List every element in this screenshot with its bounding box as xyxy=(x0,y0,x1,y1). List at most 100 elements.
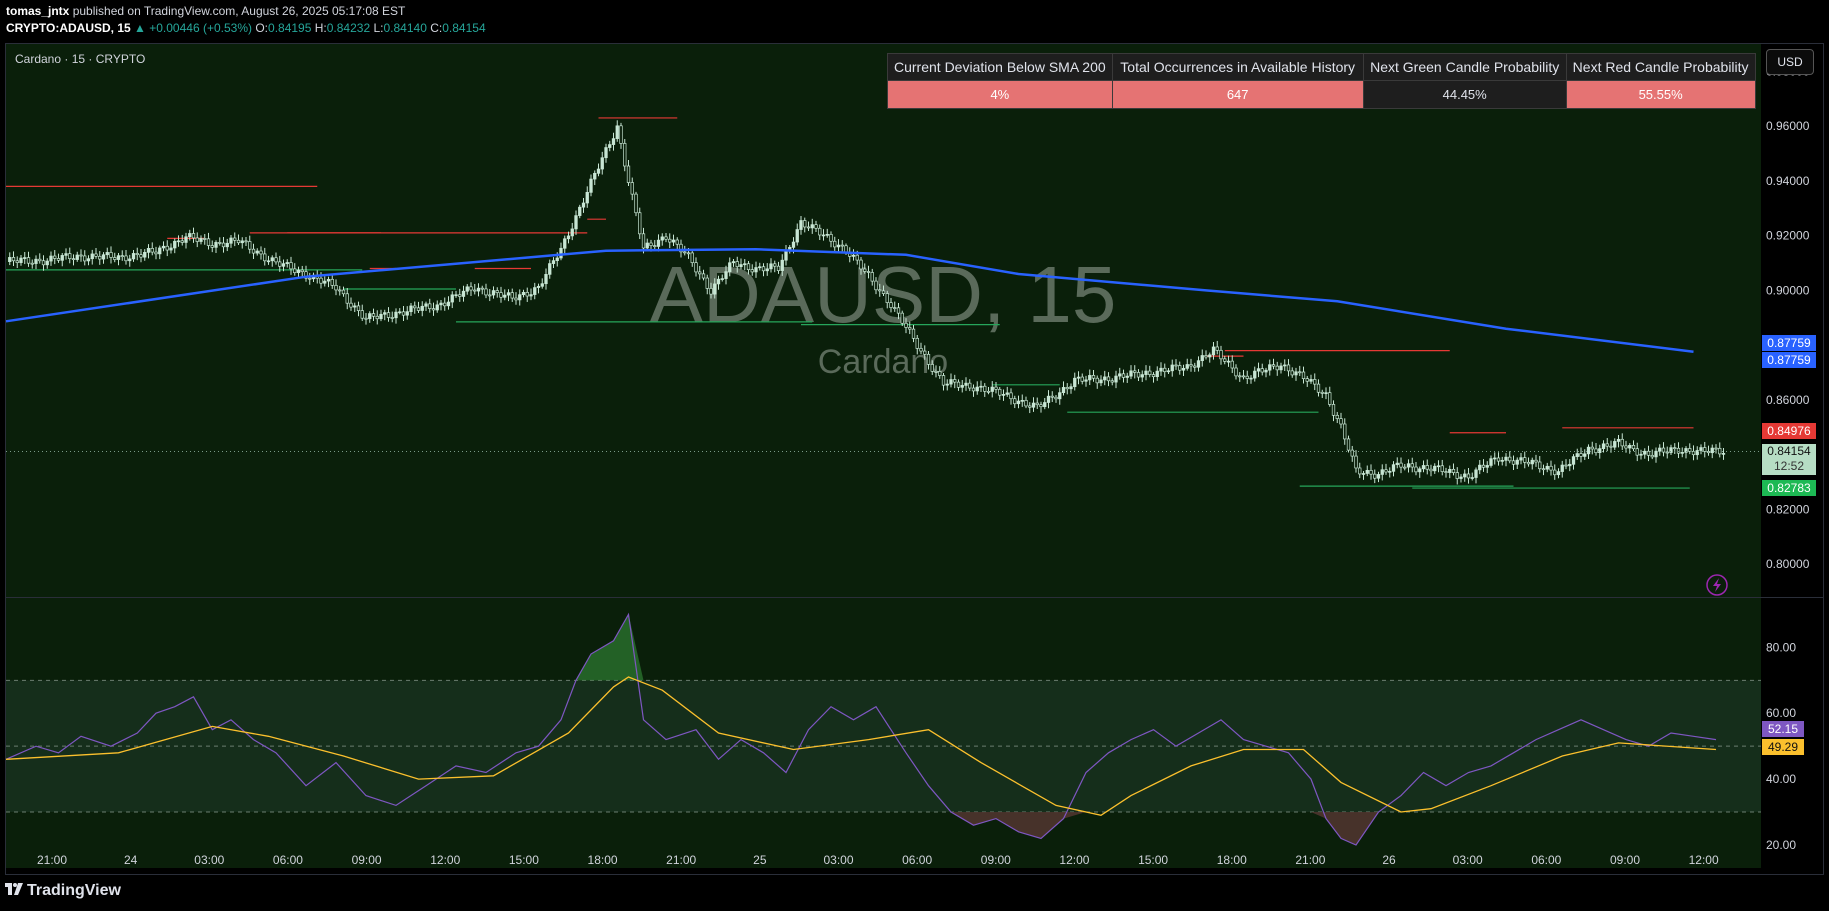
candle-body xyxy=(514,297,518,301)
candle-body xyxy=(994,386,998,390)
candle-body xyxy=(1279,365,1283,371)
candle-body xyxy=(619,125,623,144)
candle-body xyxy=(1526,461,1531,465)
candle-body xyxy=(266,260,271,263)
candle-body xyxy=(1560,464,1564,472)
candle-body xyxy=(1298,371,1302,374)
candle-body xyxy=(799,220,803,230)
candle-body xyxy=(555,257,559,261)
candle-body xyxy=(923,350,927,355)
candle-body xyxy=(405,311,409,316)
candle-body xyxy=(401,311,406,316)
candle-body xyxy=(810,224,814,229)
candle-body xyxy=(1121,373,1126,378)
time-tick-label: 24 xyxy=(124,853,138,867)
candle-body xyxy=(379,313,383,320)
candle-body xyxy=(1703,447,1707,452)
candle-body xyxy=(499,292,503,298)
candle-body xyxy=(656,239,661,247)
candle-body xyxy=(705,277,709,289)
footer-brand[interactable]: TradingView xyxy=(5,882,121,900)
candle-body xyxy=(1159,367,1163,372)
candle-body xyxy=(1185,364,1189,369)
candle-body xyxy=(784,249,788,261)
candle-body xyxy=(1455,472,1459,479)
candle-body xyxy=(743,263,747,266)
candle-body xyxy=(1095,377,1099,384)
chart-canvas[interactable]: ADAUSD, 15 Cardano 0.980000.960000.94000… xyxy=(0,0,1829,911)
time-tick-label: 21:00 xyxy=(1295,853,1325,867)
candle-body xyxy=(1260,368,1264,373)
candle-body xyxy=(548,263,552,275)
candle-body xyxy=(1658,447,1662,452)
sma-price-badge: 0.87759 xyxy=(1762,335,1816,351)
candle-body xyxy=(863,268,867,272)
candle-body xyxy=(818,227,822,236)
candle-body xyxy=(1144,370,1148,375)
candle-body xyxy=(1020,399,1024,402)
candle-body xyxy=(713,283,717,295)
candle-body xyxy=(739,264,743,268)
candle-body xyxy=(439,302,443,306)
candle-body xyxy=(641,233,646,249)
candle-body xyxy=(1129,370,1133,377)
candle-body xyxy=(1541,468,1546,471)
candle-body xyxy=(1613,441,1617,448)
candle-body xyxy=(1564,464,1568,467)
candle-body xyxy=(446,301,451,307)
candle-body xyxy=(1425,465,1429,470)
candle-body xyxy=(1181,367,1186,371)
candle-body xyxy=(1616,438,1621,442)
candle-body xyxy=(199,238,203,242)
candle-body xyxy=(1118,373,1122,377)
candle-body xyxy=(274,257,278,263)
candle-body xyxy=(604,147,608,159)
candle-body xyxy=(754,267,758,273)
candle-body xyxy=(1249,377,1253,380)
candle-body xyxy=(131,253,136,260)
candle-body xyxy=(409,305,413,313)
candle-body xyxy=(1324,392,1328,395)
rsi-ma-value-badge: 49.29 xyxy=(1762,739,1804,755)
candle-body xyxy=(128,258,132,262)
candle-body xyxy=(701,273,706,279)
candle-body xyxy=(518,294,522,301)
candle-body xyxy=(424,303,428,307)
candle-body xyxy=(623,143,627,167)
rsi-value-badge: 52.15 xyxy=(1762,721,1804,737)
last-price-badge: 0.84154 12:52 xyxy=(1762,444,1816,475)
candle-body xyxy=(675,239,679,245)
candle-body xyxy=(240,240,244,244)
candle-body xyxy=(1316,383,1321,393)
candle-body xyxy=(615,125,619,139)
candle-body xyxy=(975,386,979,392)
candle-body xyxy=(998,388,1002,396)
candle-body xyxy=(596,168,601,174)
candle-body xyxy=(214,242,218,248)
candle-body xyxy=(1313,379,1317,385)
candle-body xyxy=(630,182,634,195)
candle-body xyxy=(634,193,638,214)
table-header: Current Deviation Below SMA 200 xyxy=(887,53,1113,81)
candle-body xyxy=(1410,463,1414,468)
candle-body xyxy=(986,390,991,393)
candle-body xyxy=(255,250,259,254)
currency-button[interactable]: USD xyxy=(1766,49,1814,75)
candle-body xyxy=(390,317,394,319)
candle-body xyxy=(461,290,466,297)
candle-body xyxy=(1283,364,1287,367)
candle-body xyxy=(225,242,229,248)
candle-body xyxy=(1065,387,1069,390)
candle-body xyxy=(776,265,781,271)
candle-body xyxy=(563,238,567,249)
support-price-badge: 0.82783 xyxy=(1762,480,1816,496)
candle-body xyxy=(949,379,953,385)
candle-body xyxy=(1350,449,1354,457)
candle-body xyxy=(1650,454,1654,458)
candle-body xyxy=(1035,402,1039,406)
candle-body xyxy=(1545,465,1549,470)
candle-body xyxy=(364,317,368,320)
candle-body xyxy=(1523,457,1527,463)
candle-body xyxy=(101,254,106,260)
candle-body xyxy=(30,262,34,265)
